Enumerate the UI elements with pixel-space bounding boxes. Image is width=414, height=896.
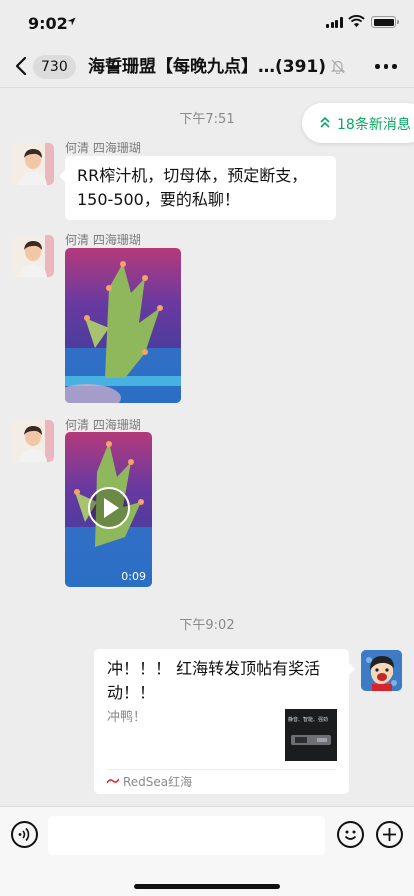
status-bar: 9:02	[0, 0, 414, 46]
sender-avatar[interactable]	[12, 235, 54, 277]
chat-nav-bar: 730 海誓珊盟【每晚九点】…(391)	[0, 46, 414, 88]
sender-avatar[interactable]	[12, 420, 54, 462]
battery-icon	[371, 16, 399, 28]
more-functions-button[interactable]	[376, 821, 403, 848]
new-messages-button[interactable]: 18条新消息	[302, 103, 414, 143]
video-duration: 0:09	[121, 570, 146, 583]
voice-wave-icon	[18, 827, 30, 842]
sender-name: 何清 四海珊瑚	[65, 141, 141, 155]
member-count: (391)	[275, 57, 327, 77]
mute-bell-icon	[331, 59, 345, 74]
video-message[interactable]: 0:09	[65, 432, 152, 587]
location-arrow-icon	[67, 17, 76, 26]
link-card-description: 冲鸭！	[107, 710, 147, 725]
image-message[interactable]	[65, 248, 181, 403]
home-indicator	[134, 884, 280, 889]
back-chevron-icon[interactable]	[14, 56, 30, 76]
product-image	[291, 735, 331, 745]
double-chevron-up-icon	[320, 116, 330, 128]
unread-count-badge[interactable]: 730	[33, 55, 76, 79]
message-input[interactable]	[48, 816, 325, 855]
plus-icon	[383, 828, 396, 841]
redsea-logo-icon	[107, 777, 119, 785]
link-card-message[interactable]: 冲！！！ 红海转发顶帖有奖活动！！ 冲鸭！ 静音、智能、强劲 RedSea红海	[94, 649, 355, 794]
card-divider	[107, 769, 336, 770]
link-card-thumbnail: 静音、智能、强劲	[285, 709, 337, 761]
more-options-icon[interactable]	[375, 64, 397, 70]
status-time: 9:02	[28, 14, 68, 33]
play-icon[interactable]	[88, 487, 130, 529]
person-avatar-icon	[12, 235, 54, 277]
wifi-icon	[348, 15, 365, 28]
coral-photo	[65, 248, 181, 403]
sender-name: 何清 四海珊瑚	[65, 233, 141, 247]
link-card-source: RedSea红海	[123, 775, 193, 789]
new-messages-label: 18条新消息	[337, 117, 411, 133]
chat-title: 海誓珊盟【每晚九点】…(391)	[88, 55, 328, 79]
person-avatar-icon	[12, 420, 54, 462]
input-bar	[0, 806, 414, 896]
timestamp: 下午9:02	[179, 618, 235, 633]
person-avatar-icon	[12, 143, 54, 185]
emoji-button[interactable]	[337, 821, 364, 848]
my-avatar[interactable]	[361, 650, 402, 691]
voice-input-button[interactable]	[11, 821, 38, 848]
text-message-bubble[interactable]: RR榨汁机，切母体，预定断支，150-500，要的私聊！	[59, 156, 336, 220]
link-card-title: 冲！！！ 红海转发顶帖有奖活动！！	[107, 659, 321, 702]
group-name: 海誓珊盟【每晚九点】…	[88, 57, 275, 77]
sender-name: 何清 四海珊瑚	[65, 418, 141, 432]
cartoon-avatar-icon	[361, 650, 402, 691]
sender-avatar[interactable]	[12, 143, 54, 185]
cellular-signal-icon	[326, 17, 343, 28]
smiley-icon	[344, 830, 357, 840]
